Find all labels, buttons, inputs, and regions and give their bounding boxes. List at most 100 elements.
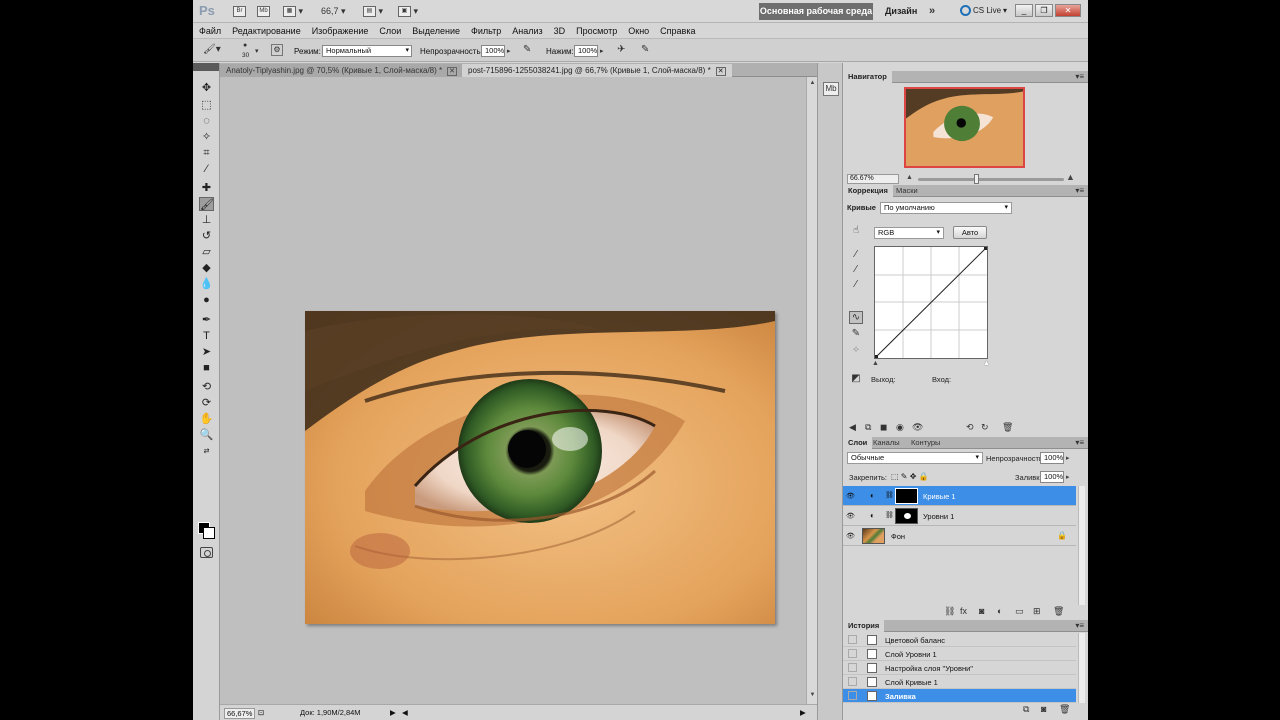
history-item[interactable]: Слой Уровни 1 [843, 647, 1076, 661]
hscroll-left-arrow-icon[interactable]: ◀ [402, 708, 408, 717]
status-zoom-field[interactable]: 66,67% [224, 708, 256, 719]
eye-icon[interactable]: 👁 [846, 532, 855, 540]
tab-document-2[interactable]: post-715896-1255038241.jpg @ 66,7% (Крив… [462, 64, 732, 77]
3d-rotate-tool-icon[interactable]: ⟲ [199, 380, 214, 394]
layer-style-icon[interactable]: fx [960, 606, 967, 616]
layer-row-curves[interactable]: 👁 ◐ ⛓ Кривые 1 [843, 486, 1076, 506]
quick-selection-tool-icon[interactable]: ✧ [199, 130, 214, 144]
layer-mask-thumbnail[interactable] [895, 488, 918, 504]
channel-select[interactable]: RGB [874, 227, 944, 239]
brush-picker-icon[interactable]: ● [243, 42, 247, 49]
restore-button[interactable]: ❐ [1035, 4, 1053, 17]
menu-3d[interactable]: 3D [554, 26, 566, 36]
curves-preset-select[interactable]: По умолчанию [880, 202, 1012, 214]
extras-menu[interactable]: ▦ ▾ [283, 4, 303, 18]
new-adjustment-icon[interactable]: ◼ [880, 422, 887, 433]
navigator-thumbnail[interactable] [904, 87, 1025, 168]
swap-colors-icon[interactable]: ⇄ [199, 445, 214, 459]
menu-edit[interactable]: Редактирование [232, 26, 301, 36]
dodge-tool-icon[interactable]: ● [199, 293, 214, 307]
return-to-list-icon[interactable]: ◀ [849, 422, 856, 433]
type-tool-icon[interactable]: T [199, 329, 214, 343]
layer-row-background[interactable]: 👁 Фон 🔒 [843, 526, 1076, 546]
eye-icon[interactable]: 👁 [846, 492, 855, 500]
tab-adjustments[interactable]: Коррекция [843, 185, 893, 197]
layers-scrollbar[interactable] [1078, 486, 1085, 605]
paint-bucket-tool-icon[interactable]: ◆ [199, 261, 214, 275]
history-item-selected[interactable]: Заливка [843, 689, 1076, 703]
white-slider-icon[interactable]: ▲ [983, 360, 990, 367]
layer-opacity-arrow-icon[interactable]: ▸ [1066, 454, 1070, 462]
zoom-tool-icon[interactable]: 🔍 [199, 428, 214, 442]
cs-live-menu[interactable]: CS Live ▾ [960, 5, 1007, 16]
blend-mode-select[interactable]: Обычные [847, 452, 983, 464]
menu-layer[interactable]: Слои [379, 26, 401, 36]
history-source-checkbox[interactable] [848, 649, 857, 658]
eye-icon[interactable]: 👁 [846, 512, 855, 520]
brush-tool-icon[interactable]: 🖌 [199, 197, 214, 211]
previous-state-icon[interactable]: ⟲ [966, 422, 974, 433]
fill-field[interactable]: 100% [1040, 471, 1064, 483]
new-group-icon[interactable]: ▭ [1015, 606, 1024, 617]
zoom-level-select[interactable]: 66,7 ▾ [321, 4, 346, 18]
close-tab-icon[interactable]: ✕ [715, 67, 726, 76]
curves-graph[interactable] [874, 246, 988, 359]
navigator-zoom-field[interactable]: 66.67% [847, 174, 899, 184]
history-source-checkbox[interactable] [848, 635, 857, 644]
tab-channels[interactable]: Каналы [868, 437, 905, 449]
tab-history[interactable]: История [843, 620, 885, 632]
hscroll-right-arrow-icon[interactable]: ▶ [800, 708, 806, 717]
eyedropper-tool-icon[interactable]: ⁄ [199, 162, 214, 176]
tools-panel-header[interactable] [193, 63, 219, 71]
menu-filter[interactable]: Фильтр [471, 26, 501, 36]
new-document-from-state-icon[interactable]: ⧉ [1023, 704, 1029, 715]
new-layer-icon[interactable]: ⊞ [1033, 606, 1041, 617]
menu-analysis[interactable]: Анализ [512, 26, 542, 36]
on-image-adjustment-icon[interactable]: ☝ [849, 225, 863, 236]
navigator-zoom-knob[interactable] [974, 174, 979, 184]
flow-slider-arrow-icon[interactable]: ▸ [600, 47, 604, 55]
workspace-essentials-button[interactable]: Основная рабочая среда [759, 3, 873, 20]
expanded-view-icon[interactable]: ⧉ [865, 422, 871, 433]
panel-menu-icon[interactable]: ▾≡ [1075, 621, 1084, 630]
white-point-eyedropper-icon[interactable]: ⁄ [849, 279, 863, 290]
tab-paths[interactable]: Контуры [906, 437, 945, 449]
tab-navigator[interactable]: Навигатор [843, 71, 892, 83]
zoom-in-icon[interactable]: ▲ [1066, 172, 1075, 182]
eye-photo[interactable] [305, 311, 775, 624]
curve-pencil-tool-icon[interactable]: ✎ [849, 328, 863, 339]
status-info-icon[interactable]: ⊡ [258, 708, 264, 717]
link-layers-icon[interactable]: ⛓ [944, 606, 955, 617]
close-window-button[interactable]: ✕ [1055, 4, 1081, 17]
tab-masks[interactable]: Маски [891, 185, 923, 197]
3d-orbit-tool-icon[interactable]: ⟳ [199, 396, 214, 410]
layer-mask-thumbnail[interactable] [895, 508, 918, 524]
background-color-swatch[interactable] [203, 527, 215, 539]
pen-tool-icon[interactable]: ✒ [199, 313, 214, 327]
clip-to-layer-icon[interactable]: ◉ [896, 422, 904, 433]
menu-view[interactable]: Просмотр [576, 26, 617, 36]
layer-opacity-field[interactable]: 100% [1040, 452, 1064, 464]
auto-button[interactable]: Авто [953, 226, 987, 239]
panel-menu-icon[interactable]: ▾≡ [1075, 72, 1084, 81]
canvas-vertical-scrollbar[interactable]: ▲ ▼ [806, 77, 817, 704]
navigator-zoom-slider[interactable] [918, 178, 1064, 181]
tab-document-1[interactable]: Anatoly-Tiplyashin.jpg @ 70,5% (Кривые 1… [220, 64, 463, 77]
delete-layer-icon[interactable]: 🗑 [1053, 606, 1064, 617]
history-scrollbar[interactable] [1078, 633, 1085, 703]
clone-stamp-tool-icon[interactable]: ⊥ [199, 213, 214, 227]
clipping-display-icon[interactable]: ◩ [849, 373, 863, 384]
visibility-toggle-icon[interactable]: 👁 [912, 422, 923, 433]
opacity-field[interactable]: 100% [481, 45, 505, 57]
brush-tool-preset-icon[interactable]: 🖌▾ [203, 44, 221, 55]
layer-thumbnail[interactable] [862, 528, 885, 544]
minimize-button[interactable]: _ [1015, 4, 1033, 17]
quick-mask-icon[interactable] [200, 547, 213, 558]
marquee-tool-icon[interactable]: ⬚ [199, 98, 214, 112]
tablet-size-icon[interactable]: ✎ [641, 44, 649, 55]
add-mask-icon[interactable]: ◙ [979, 606, 984, 616]
lasso-tool-icon[interactable]: ◌ [199, 114, 214, 128]
gray-point-eyedropper-icon[interactable]: ⁄ [849, 264, 863, 275]
new-adjustment-layer-icon[interactable]: ◐ [997, 606, 1002, 616]
link-icon[interactable]: ⛓ [885, 511, 894, 519]
